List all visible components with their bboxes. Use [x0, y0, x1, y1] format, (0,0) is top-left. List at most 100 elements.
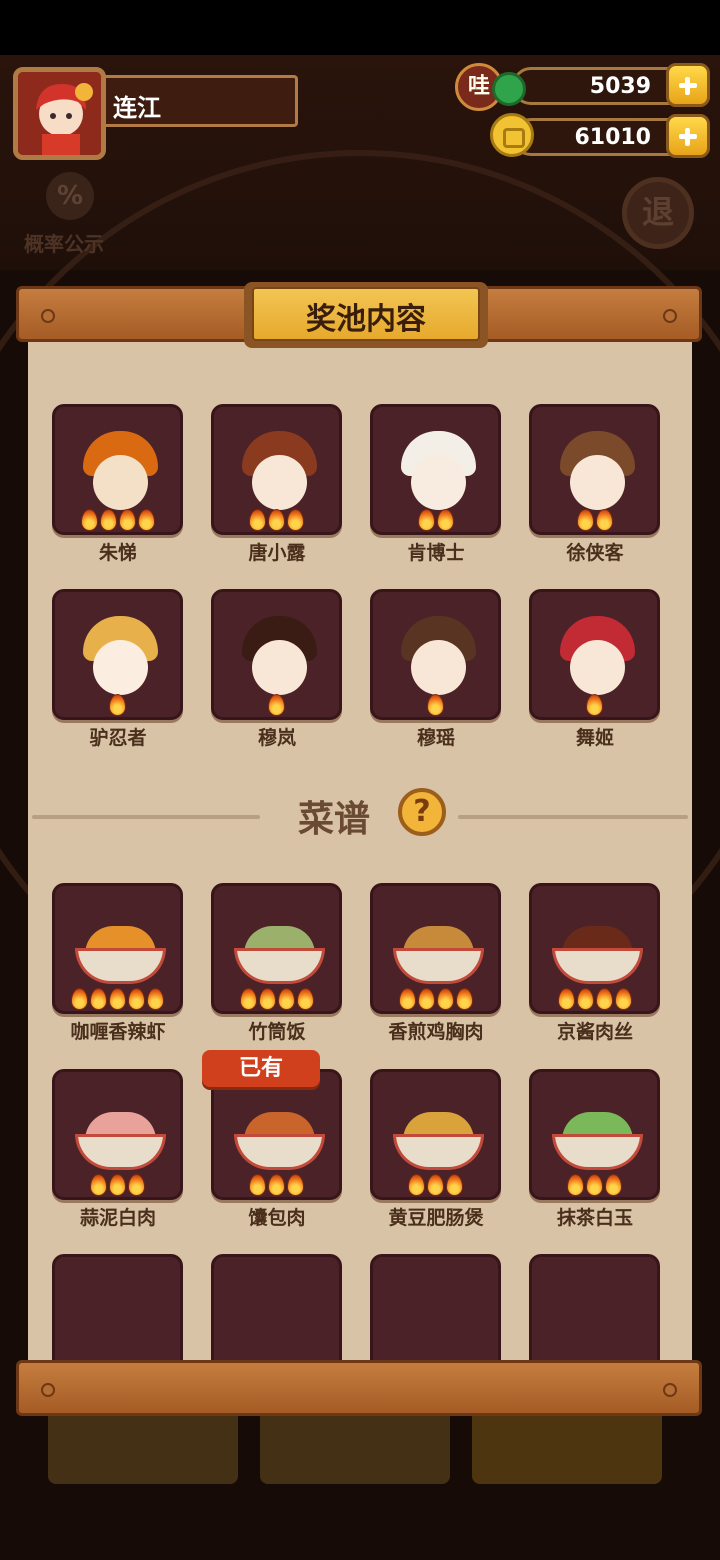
gold-amount: 61010 — [574, 125, 651, 150]
recipe-card[interactable] — [211, 883, 342, 1014]
recipe-card[interactable] — [529, 883, 660, 1014]
prize-pool-panel[interactable]: 朱悌唐小露肯博士徐侠客驴忍者穆岚穆瑶舞姬 菜谱 ? 咖喱香辣虾竹筒饭香煎鸡胸肉京… — [28, 340, 692, 1365]
star-flames — [214, 1174, 339, 1196]
recipe-card-partial[interactable] — [370, 1254, 501, 1365]
flame-star-icon — [90, 1174, 107, 1196]
flame-star-icon — [437, 988, 454, 1010]
flame-star-icon — [427, 1174, 444, 1196]
flame-star-icon — [109, 694, 126, 716]
divider-right — [458, 815, 688, 819]
add-jade-button[interactable] — [666, 63, 710, 107]
flame-star-icon — [577, 988, 594, 1010]
recipe-card[interactable] — [52, 883, 183, 1014]
star-flames — [373, 694, 498, 716]
recipe-card[interactable] — [529, 1069, 660, 1200]
character-card[interactable] — [52, 404, 183, 535]
nail-icon — [41, 309, 55, 323]
character-name: 舞姬 — [515, 723, 675, 750]
flame-star-icon — [240, 988, 257, 1010]
recipe-name: 京酱肉丝 — [515, 1017, 675, 1044]
flame-star-icon — [128, 988, 145, 1010]
nail-icon — [663, 1383, 677, 1397]
character-face-icon — [93, 455, 148, 510]
flame-star-icon — [427, 694, 444, 716]
star-flames — [373, 988, 498, 1010]
help-icon[interactable]: ? — [398, 788, 446, 836]
recipe-card-partial[interactable] — [52, 1254, 183, 1365]
recipe-card-partial[interactable] — [211, 1254, 342, 1365]
character-card[interactable] — [529, 589, 660, 720]
recipe-name: 蒜泥白肉 — [38, 1203, 198, 1230]
dish-plate-icon — [234, 948, 325, 984]
recipes-title: 菜谱 — [298, 790, 370, 842]
flame-star-icon — [558, 988, 575, 1010]
recipe-name: 咖喱香辣虾 — [38, 1017, 198, 1044]
star-flames — [373, 1174, 498, 1196]
character-card[interactable] — [211, 589, 342, 720]
recipe-card-partial[interactable] — [529, 1254, 660, 1365]
flame-star-icon — [446, 1174, 463, 1196]
dish-plate-icon — [234, 1134, 325, 1170]
player-avatar[interactable] — [13, 67, 106, 160]
exit-button[interactable]: 退 — [622, 177, 694, 249]
flame-star-icon — [437, 509, 454, 531]
dish-plate-icon — [393, 1134, 484, 1170]
percent-gear-icon: % — [46, 172, 94, 220]
recipe-card[interactable] — [370, 883, 501, 1014]
character-face-icon — [570, 640, 625, 695]
flame-star-icon — [287, 509, 304, 531]
flame-star-icon — [297, 988, 314, 1010]
nail-icon — [41, 1383, 55, 1397]
game-screen: 连江 5039 哇 61010 % 概率公示 退 奖池内容 朱悌唐小露肯博士徐侠… — [0, 0, 720, 1560]
character-face-icon — [252, 455, 307, 510]
character-card[interactable] — [52, 589, 183, 720]
character-name: 朱悌 — [38, 538, 198, 565]
character-card[interactable] — [370, 404, 501, 535]
character-face-icon — [411, 640, 466, 695]
flame-star-icon — [605, 1174, 622, 1196]
star-flames — [214, 694, 339, 716]
character-name: 穆岚 — [197, 723, 357, 750]
nail-icon — [663, 309, 677, 323]
star-flames — [214, 988, 339, 1010]
character-card[interactable] — [370, 589, 501, 720]
recipe-name: 馕包肉 — [197, 1203, 357, 1230]
flame-star-icon — [418, 509, 435, 531]
divider-left — [32, 815, 260, 819]
flame-star-icon — [109, 1174, 126, 1196]
flame-star-icon — [567, 1174, 584, 1196]
recipe-card[interactable] — [211, 1069, 342, 1200]
flame-star-icon — [418, 988, 435, 1010]
flame-star-icon — [100, 509, 117, 531]
recipe-card[interactable] — [52, 1069, 183, 1200]
flame-star-icon — [119, 509, 136, 531]
add-gold-button[interactable] — [666, 114, 710, 158]
owned-badge: 已有 — [202, 1050, 320, 1087]
recipe-card[interactable] — [370, 1069, 501, 1200]
probability-label: 概率公示 — [24, 228, 104, 257]
flame-star-icon — [278, 988, 295, 1010]
flame-star-icon — [586, 694, 603, 716]
recipe-name: 黄豆肥肠煲 — [356, 1203, 516, 1230]
star-flames — [373, 509, 498, 531]
flame-star-icon — [456, 988, 473, 1010]
dish-plate-icon — [552, 948, 643, 984]
panel-bottom-wood-bar — [16, 1360, 702, 1416]
flame-star-icon — [577, 509, 594, 531]
flame-star-icon — [90, 988, 107, 1010]
star-flames — [55, 1174, 180, 1196]
dish-plate-icon — [393, 948, 484, 984]
flame-star-icon — [147, 988, 164, 1010]
character-card[interactable] — [529, 404, 660, 535]
character-name: 驴忍者 — [38, 723, 198, 750]
status-bar — [0, 0, 720, 55]
flame-star-icon — [259, 988, 276, 1010]
flame-star-icon — [408, 1174, 425, 1196]
dish-plate-icon — [75, 1134, 166, 1170]
star-flames — [55, 988, 180, 1010]
flame-star-icon — [596, 509, 613, 531]
character-name: 徐侠客 — [515, 538, 675, 565]
flame-star-icon — [109, 988, 126, 1010]
character-card[interactable] — [211, 404, 342, 535]
player-name-plate: 连江 — [96, 75, 298, 127]
